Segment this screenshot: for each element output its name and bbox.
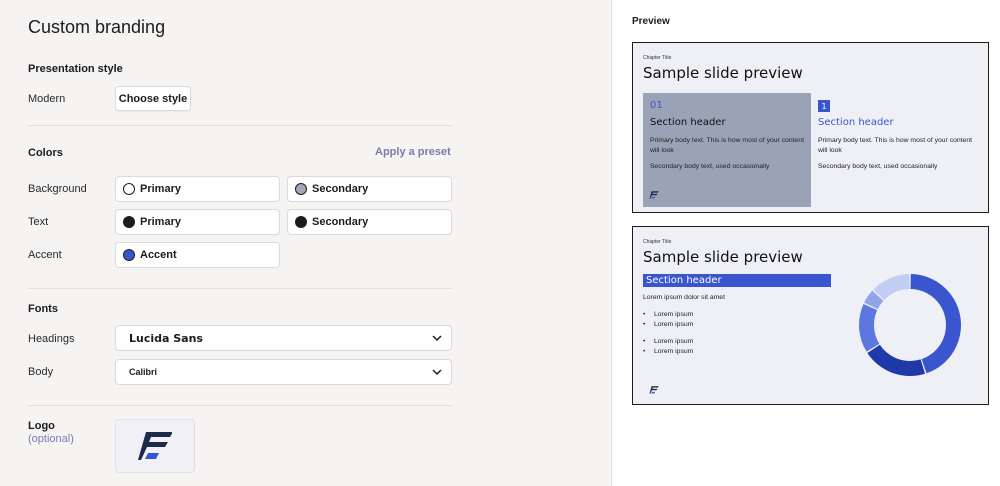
swatch-label: Secondary <box>312 183 369 195</box>
colors-heading: Colors <box>28 147 63 159</box>
color-dot <box>123 183 135 195</box>
section-header: Section header <box>818 117 894 128</box>
brand-f-logo-icon <box>649 191 659 199</box>
presentation-style-heading: Presentation style <box>28 63 123 75</box>
body-font-value: Calibri <box>129 367 158 377</box>
swatch-label: Accent <box>140 249 177 261</box>
headings-font-value: Lucida Sans <box>129 331 203 345</box>
list-item: Lorem ipsum <box>643 310 693 320</box>
brand-f-logo-icon <box>138 432 172 460</box>
section-card-secondary: 01 Section header Primary body text. Thi… <box>643 93 811 207</box>
preview-panel: Preview Chapter Title Sample slide previ… <box>611 0 1000 486</box>
slide-title: Sample slide preview <box>643 248 803 266</box>
style-value-label: Modern <box>28 93 66 105</box>
slide-preview-1: Chapter Title Sample slide preview 01 Se… <box>632 42 989 213</box>
divider <box>28 405 452 406</box>
logo-heading: Logo <box>28 420 55 432</box>
text-primary-swatch[interactable]: Primary <box>115 209 280 235</box>
background-label: Background <box>28 183 87 195</box>
choose-style-button[interactable]: Choose style <box>115 86 191 111</box>
swatch-label: Primary <box>140 183 181 195</box>
section-header: Section header <box>650 117 726 128</box>
text-secondary-swatch[interactable]: Secondary <box>287 209 452 235</box>
color-dot <box>295 216 307 228</box>
divider <box>28 288 452 289</box>
headings-font-select[interactable]: Lucida Sans <box>115 325 452 351</box>
donut-segment-1 <box>867 344 926 376</box>
headings-label: Headings <box>28 333 75 345</box>
color-dot <box>123 216 135 228</box>
swatch-label: Primary <box>140 216 181 228</box>
slide-title: Sample slide preview <box>643 64 803 82</box>
primary-body-text: Primary body text. This is how most of y… <box>818 137 972 154</box>
section-header-band: Section header <box>643 274 831 287</box>
primary-body-text: Primary body text. This is how most of y… <box>650 137 804 154</box>
accent-swatch[interactable]: Accent <box>115 242 280 268</box>
logo-upload[interactable] <box>115 419 195 473</box>
chapter-title: Chapter Title <box>643 239 672 245</box>
page-title: Custom branding <box>28 17 166 37</box>
swatch-label: Secondary <box>312 216 369 228</box>
accent-label: Accent <box>28 249 62 261</box>
list-item: Lorem ipsum <box>643 337 693 347</box>
brand-f-logo-icon <box>649 386 659 394</box>
settings-panel: Custom branding Presentation style Moder… <box>0 0 611 486</box>
color-dot <box>123 249 135 261</box>
bullet-list: Lorem ipsum Lorem ipsum <box>643 310 693 330</box>
apply-preset-link[interactable]: Apply a preset <box>375 146 451 158</box>
chapter-title: Chapter Title <box>643 55 672 61</box>
preview-heading: Preview <box>632 16 670 27</box>
color-dot <box>295 183 307 195</box>
background-secondary-swatch[interactable]: Secondary <box>287 176 452 202</box>
secondary-body-text: Secondary body text, used occasionally <box>650 163 770 170</box>
secondary-body-text: Secondary body text, used occasionally <box>818 163 938 170</box>
fonts-heading: Fonts <box>28 303 58 315</box>
donut-segment-0 <box>910 274 961 374</box>
bullet-list: Lorem ipsum Lorem ipsum <box>643 337 693 357</box>
donut-segment-4 <box>873 274 910 300</box>
body-font-select[interactable]: Calibri <box>115 359 452 385</box>
list-item: Lorem ipsum <box>643 347 693 357</box>
body-font-label: Body <box>28 366 54 378</box>
chevron-down-icon <box>432 369 442 376</box>
slide-preview-2: Chapter Title Sample slide preview Secti… <box>632 226 989 405</box>
chevron-down-icon <box>432 335 442 342</box>
background-primary-swatch[interactable]: Primary <box>115 176 280 202</box>
section-number: 01 <box>650 100 663 111</box>
list-item: Lorem ipsum <box>643 320 693 330</box>
logo-optional-label: (optional) <box>28 433 74 445</box>
section-number: 1 <box>818 100 830 112</box>
lead-text: Lorem ipsum dolor sit amet <box>643 294 725 301</box>
text-label: Text <box>28 216 49 228</box>
donut-segment-2 <box>859 303 880 352</box>
divider <box>28 125 452 126</box>
donut-chart <box>859 274 961 376</box>
